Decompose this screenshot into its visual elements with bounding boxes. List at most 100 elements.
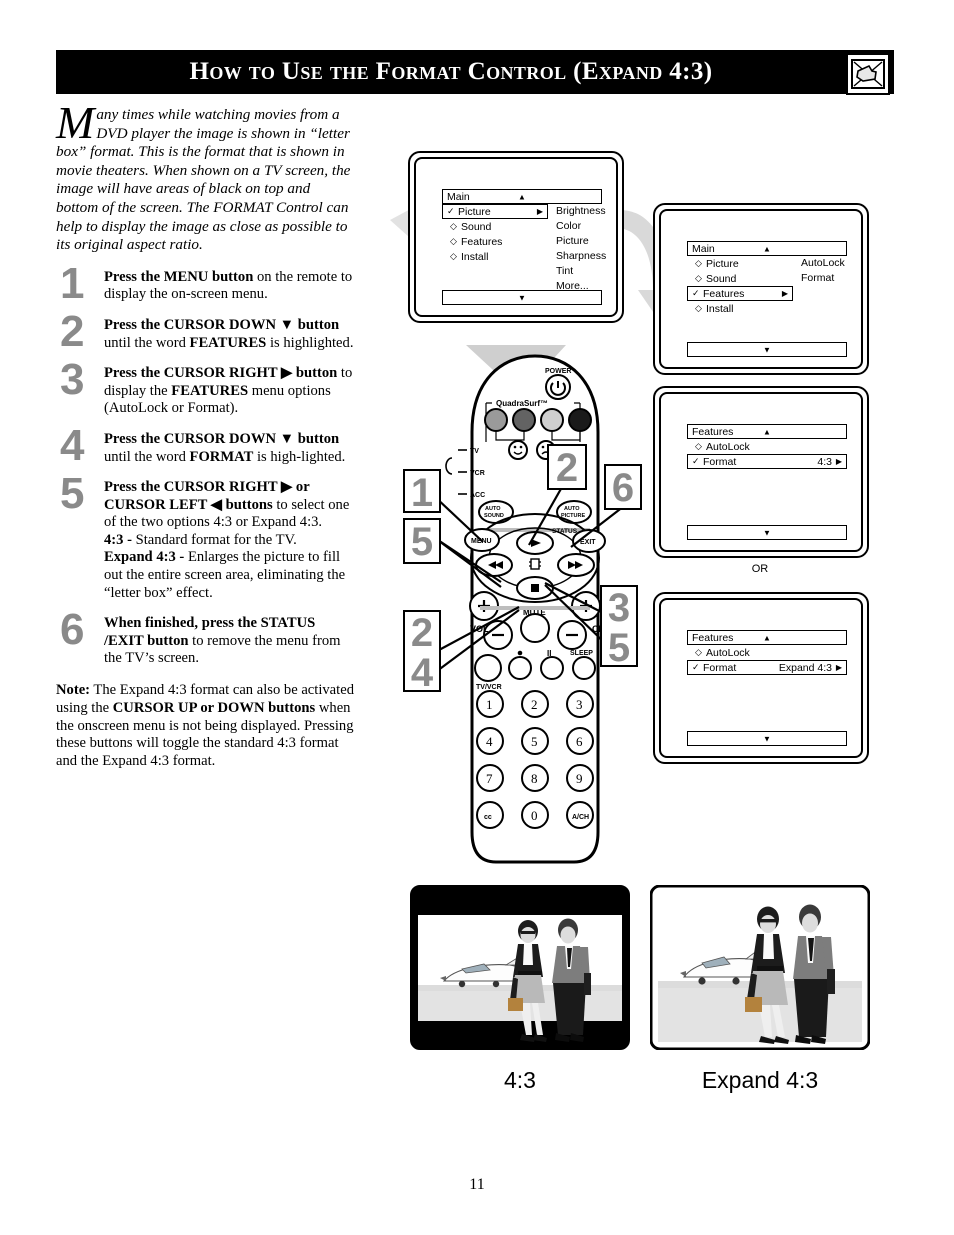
quadrasurf-button-1 [484,408,508,432]
picture-43 [410,885,630,1050]
diamond-icon: ◇ [450,221,457,231]
osd-item-features[interactable]: ✓ Features ▶ [687,286,793,301]
osd-bottom-row: ▼ [687,731,847,746]
callout-1: 1 [403,469,441,515]
osd-title-row: Main ▲ [442,189,602,204]
osd-submenu-item[interactable]: Picture [556,234,606,249]
osd-item-label: Sound [706,272,737,285]
osd-item-autolock[interactable]: ◇ AutoLock [687,439,847,454]
callout-label: 2 [555,446,579,490]
osd-submenu-picture: Brightness Color Picture Sharpness Tint … [556,204,606,294]
quadrasurf-button-2 [512,408,536,432]
diamond-icon: ◇ [695,303,702,313]
page-title: How to Use the Format Control (Expand 4:… [189,58,713,85]
osd-screen-format-expand43: Features ▲ ◇ AutoLock ✓ Format Expand 4:… [653,592,869,764]
osd-item-picture[interactable]: ✓ Picture ▶ [442,204,548,219]
osd-item-label: Picture [706,257,739,270]
scroll-down-icon: ▼ [763,345,771,354]
osd-submenu-item[interactable]: Color [556,219,606,234]
osd-submenu-item[interactable]: Brightness [556,204,606,219]
picture-label-43: 4:3 [504,1067,536,1093]
osd-submenu-item[interactable]: Sharpness [556,249,606,264]
osd-title-row: Main ▲ [687,241,847,256]
step-text: Press the CURSOR DOWN ▼ button until the… [104,316,354,351]
callout-5: 5 [403,518,441,564]
osd-screen-main-features: Main ▲ ◇ Picture ◇ Sound ✓ Features ▶ ◇ … [653,203,869,375]
osd-title: Features [692,631,734,644]
callout-label: 5 [410,520,434,564]
osd-screen-main-picture: Main ▲ ✓ Picture ▶ ◇ Sound ◇ Features ◇ … [408,151,624,323]
remote-label-quadrasurf: QuadraSurf™ [496,399,548,408]
osd-submenu-item[interactable]: Tint [556,264,606,279]
step-item: 2 Press the CURSOR DOWN ▼ button until t… [56,309,356,353]
osd-title: Main [447,190,470,203]
callout-2-4: 2 4 [403,610,441,695]
intro-dropcap: M [56,97,95,148]
osd-item-value: Expand 4:3 [778,661,832,674]
svg-text:3: 3 [576,697,583,712]
osd-title-row: Features ▲ [687,630,847,645]
step-number: 4 [60,420,85,470]
step-number: 6 [60,605,85,655]
osd-bottom-row: ▼ [687,525,847,540]
osd-submenu-item[interactable]: Format [801,271,845,286]
step-item: 1 Press the MENU button on the remote to… [56,261,356,305]
osd-item-install[interactable]: ◇ Install [687,301,793,316]
check-icon: ✓ [692,662,700,672]
scroll-down-icon: ▼ [763,528,771,537]
step-number: 5 [60,469,85,519]
step-number: 3 [60,355,85,405]
diamond-icon: ◇ [695,258,702,268]
osd-item-label: Install [461,250,489,263]
steps-list: 1 Press the MENU button on the remote to… [56,261,356,668]
osd-item-label: AutoLock [706,440,750,453]
callout-label: 6 [611,466,635,510]
osd-title: Features [692,425,734,438]
svg-text:5: 5 [531,734,538,749]
step-text: Press the CURSOR RIGHT ▶ or CURSOR LEFT … [104,479,350,601]
osd-item-autolock[interactable]: ◇ AutoLock [687,645,847,660]
svg-text:7: 7 [486,771,493,786]
diamond-icon: ◇ [695,647,702,657]
callout-2-top: 2 [547,444,587,490]
osd-item-label: Features [461,235,503,248]
osd-item-picture[interactable]: ◇ Picture [687,256,793,271]
osd-submenu-item[interactable]: AutoLock [801,256,845,271]
osd-item-install[interactable]: ◇ Install [442,249,548,264]
scroll-up-icon: ▲ [763,244,771,253]
page-number: 11 [469,1176,485,1193]
diamond-icon: ◇ [695,441,702,451]
osd-menu-3: Features ▲ ◇ AutoLock ✓ Format 4:3 ▶ ▼ [687,424,847,540]
diamond-icon: ◇ [450,236,457,246]
svg-text:6: 6 [576,734,583,749]
svg-text:8: 8 [531,771,538,786]
quadrasurf-button-3 [540,408,564,432]
check-icon: ✓ [692,456,700,466]
osd-item-value: 4:3 [817,455,832,468]
osd-submenu-item[interactable]: More... [556,279,606,294]
callout-6: 6 [604,464,642,510]
osd-item-sound[interactable]: ◇ Sound [442,219,548,234]
osd-item-features[interactable]: ◇ Features [442,234,548,249]
instructions-column: Many times while watching movies from a … [56,97,356,771]
osd-item-sound[interactable]: ◇ Sound [687,271,793,286]
step-text: Press the MENU button on the remote to d… [104,268,353,303]
intro-paragraph: Many times while watching movies from a … [56,97,356,255]
osd-item-format[interactable]: ✓ Format Expand 4:3 ▶ [687,660,847,675]
osd-item-label: Format [703,455,737,468]
check-icon: ✓ [692,288,700,298]
callout-label-2: 2 4 [410,611,434,695]
osd-item-format[interactable]: ✓ Format 4:3 ▶ [687,454,847,469]
scroll-down-icon: ▼ [763,734,771,743]
step-text: When finished, press the STATUS /EXIT bu… [104,615,341,667]
chevron-right-icon: ▶ [781,289,788,298]
intro-text: any times while watching movies from a D… [56,106,351,254]
step-number: 2 [60,306,85,356]
picture-label-expand-43: Expand 4:3 [701,1067,819,1093]
manual-page: How to Use the Format Control (Expand 4:… [0,0,954,1235]
check-icon: ✓ [447,206,455,216]
osd-bottom-row: ▼ [687,342,847,357]
scroll-up-icon: ▲ [518,192,526,201]
osd-item-label: Install [706,302,734,315]
svg-text:cc: cc [484,814,492,821]
